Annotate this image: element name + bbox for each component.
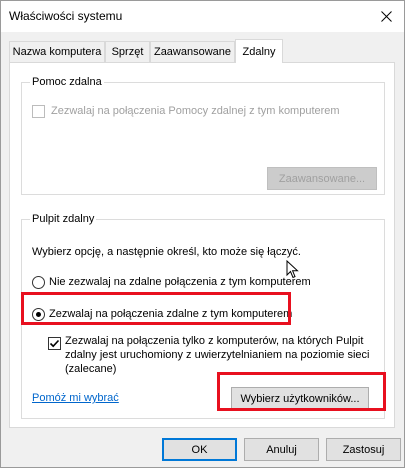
- nla-checkbox[interactable]: [48, 337, 61, 350]
- tab-label: Zdalny: [242, 45, 276, 58]
- tab-label: Nazwa komputera: [12, 46, 102, 58]
- apply-button[interactable]: Zastosuj: [326, 438, 401, 461]
- close-icon: [380, 10, 392, 22]
- tab-hardware[interactable]: Sprzęt: [105, 41, 150, 62]
- tab-computer-name[interactable]: Nazwa komputera: [9, 41, 105, 62]
- remote-assistance-checkbox[interactable]: [32, 105, 45, 118]
- button-label: Anuluj: [266, 443, 297, 456]
- cancel-button[interactable]: Anuluj: [244, 438, 319, 461]
- button-label: OK: [191, 443, 208, 456]
- remote-assistance-group: Pomoc zdalna Zezwalaj na połączenia Pomo…: [21, 76, 385, 195]
- remote-desktop-instruction: Wybierz opcję, a następnie określ, kto m…: [32, 246, 301, 258]
- button-label: Zastosuj: [342, 443, 385, 456]
- nla-label-line3: (zalecane): [65, 363, 117, 375]
- nla-label-line1: Zezwalaj na połączenia tylko z komputeró…: [65, 335, 364, 347]
- remote-desktop-legend: Pulpit zdalny: [30, 213, 97, 225]
- system-properties-window: Właściwości systemu Nazwa komputera Sprz…: [0, 0, 405, 468]
- ok-button[interactable]: OK: [162, 438, 237, 461]
- tab-remote[interactable]: Zdalny: [235, 39, 283, 63]
- highlight-select-users: [217, 372, 386, 411]
- remote-assistance-advanced-button[interactable]: Zaawansowane...: [267, 167, 377, 190]
- tab-label: Zaawansowane: [153, 46, 232, 58]
- mouse-cursor-icon: [286, 260, 299, 279]
- title-bar[interactable]: Właściwości systemu: [1, 1, 404, 32]
- remote-assistance-label: Zezwalaj na połączenia Pomocy zdalnej z …: [51, 105, 340, 117]
- tab-advanced[interactable]: Zaawansowane: [150, 41, 235, 62]
- help-me-choose-link[interactable]: Pomóż mi wybrać: [32, 392, 119, 404]
- tab-label: Sprzęt: [111, 46, 144, 58]
- remote-assistance-legend: Pomoc zdalna: [30, 76, 104, 88]
- checkmark-icon: [49, 339, 60, 348]
- close-button[interactable]: [372, 3, 400, 29]
- radio-deny-label: Nie zezwalaj na zdalne połączenia z tym …: [49, 276, 311, 288]
- highlight-allow-option: [21, 292, 291, 325]
- window-title: Właściwości systemu: [9, 9, 123, 23]
- radio-deny-remote[interactable]: [32, 276, 45, 289]
- button-label: Zaawansowane...: [278, 172, 366, 185]
- nla-label-line2: zdalny jest uruchomiony z uwierzytelnian…: [65, 349, 370, 361]
